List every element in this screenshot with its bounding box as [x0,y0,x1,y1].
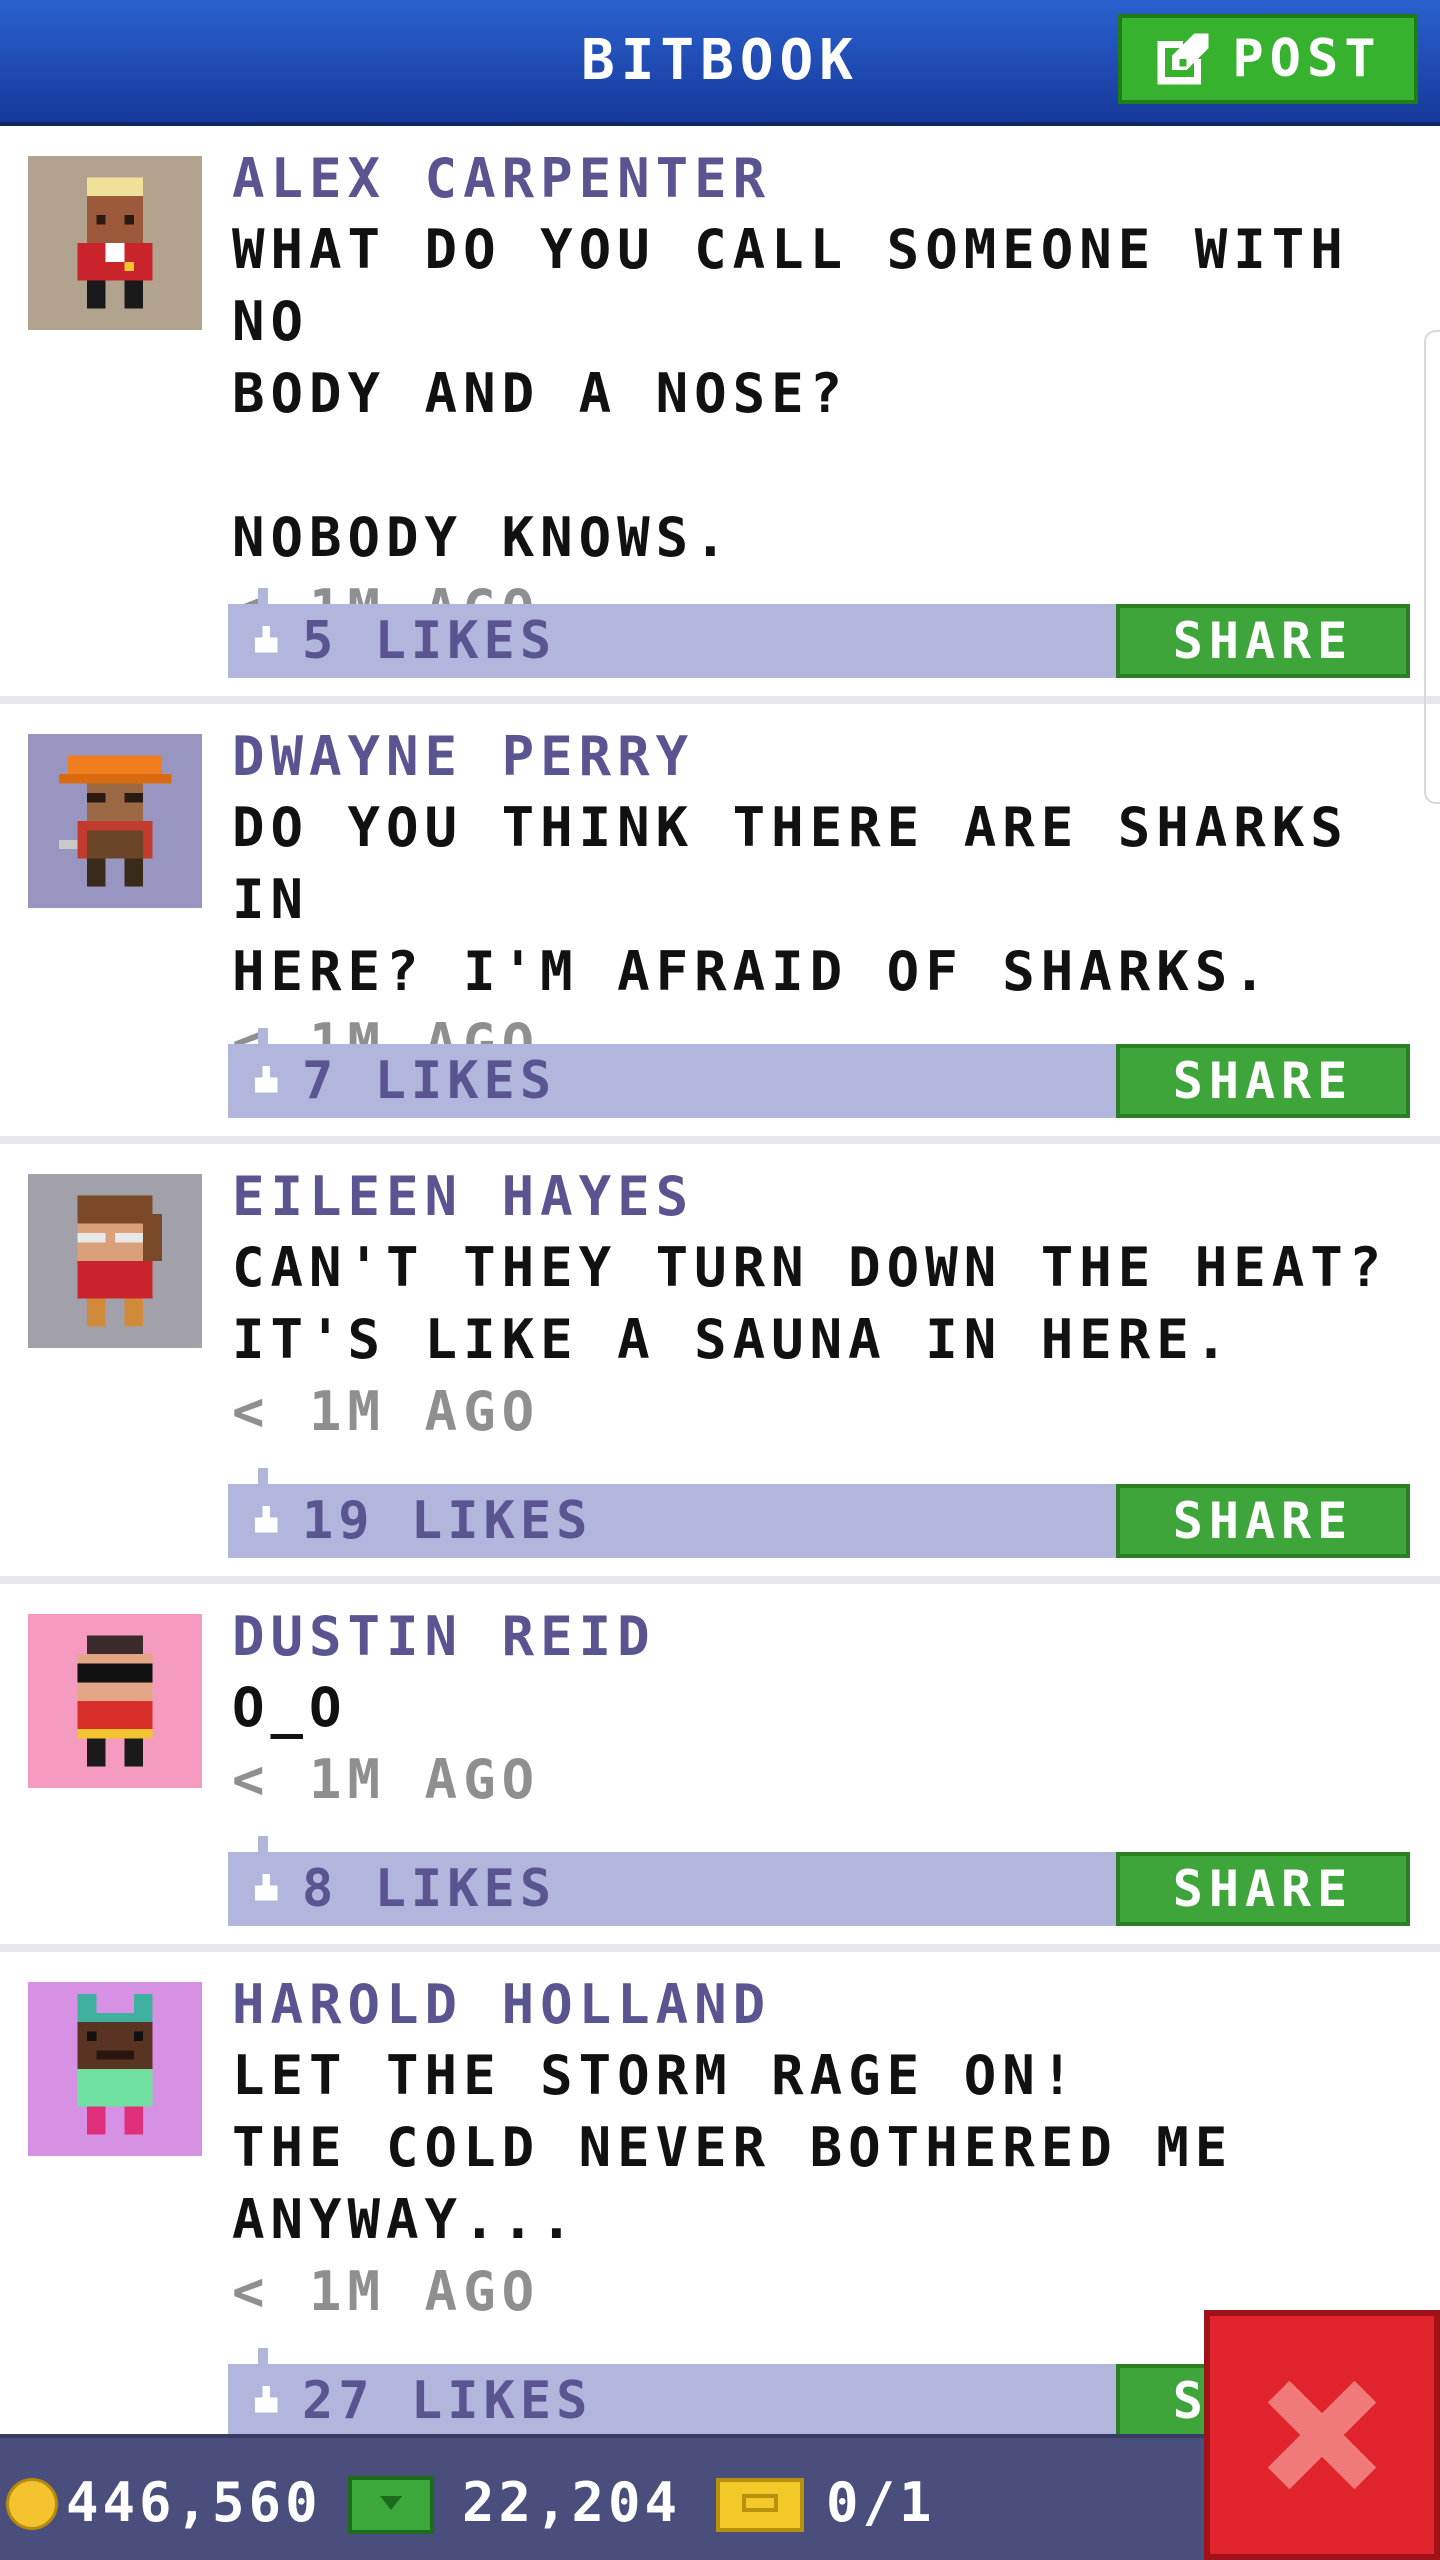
feed-post: DUSTIN REID O_O < 1M AGO 8 LIKES SHARE [0,1576,1440,1944]
post-author[interactable]: DUSTIN REID [232,1602,1416,1672]
like-count: 19 LIKES [302,1491,593,1551]
thumbs-up-icon[interactable] [250,1874,282,1904]
feed: ALEX CARPENTER WHAT DO YOU CALL SOMEONE … [0,126,1440,2472]
edit-icon [1158,33,1209,85]
post-author[interactable]: DWAYNE PERRY [232,722,1416,792]
post-author[interactable]: HAROLD HOLLAND [232,1970,1416,2040]
post-author[interactable]: EILEEN HAYES [232,1162,1416,1232]
like-bar: 7 LIKES SHARE [228,1028,1410,1118]
avatar[interactable] [28,734,202,908]
post-message: O_O [232,1676,348,1739]
coin-icon [6,2478,58,2530]
ticket-icon [716,2478,804,2532]
like-count: 5 LIKES [302,611,557,671]
close-icon [1267,2380,1377,2490]
post-author[interactable]: ALEX CARPENTER [232,144,1416,214]
share-button[interactable]: SHARE [1116,1484,1410,1558]
like-count: 8 LIKES [302,1859,557,1919]
post-message: WHAT DO YOU CALL SOMEONE WITH NO BODY AN… [232,218,1349,569]
post-button-label: POST [1232,29,1382,89]
share-button[interactable]: SHARE [1116,1852,1410,1926]
feed-post: ALEX CARPENTER WHAT DO YOU CALL SOMEONE … [0,126,1440,696]
share-button[interactable]: SHARE [1116,604,1410,678]
person-icon [58,755,172,887]
thumbs-up-icon[interactable] [250,1506,282,1536]
like-bar: 8 LIKES SHARE [228,1836,1410,1926]
post-message: CAN'T THEY TURN DOWN THE HEAT? IT'S LIKE… [232,1236,1388,1371]
bux-icon [348,2476,434,2534]
thumbs-up-icon[interactable] [250,2386,282,2416]
post-message: LET THE STORM RAGE ON! THE COLD NEVER BO… [232,2044,1234,2251]
person-icon [77,177,153,309]
post-button[interactable]: POST [1118,14,1418,104]
share-button[interactable]: SHARE [1116,1044,1410,1118]
post-message: DO YOU THINK THERE ARE SHARKS IN HERE? I… [232,796,1349,1003]
person-icon [77,1994,153,2135]
post-time: < 1M AGO [232,1380,541,1443]
person-icon [77,1635,153,1767]
post-time: < 1M AGO [232,1748,541,1811]
close-button[interactable] [1204,2310,1440,2560]
like-count: 27 LIKES [302,2371,593,2431]
thumbs-up-icon[interactable] [250,1066,282,1096]
feed-post: EILEEN HAYES CAN'T THEY TURN DOWN THE HE… [0,1136,1440,1576]
ticket-count: 0/1 [826,2471,936,2534]
feed-post: DWAYNE PERRY DO YOU THINK THERE ARE SHAR… [0,696,1440,1136]
scroll-handle[interactable] [1424,330,1440,804]
bux-count: 22,204 [462,2471,682,2534]
app-header: BITBOOK POST [0,0,1440,126]
thumbs-up-icon[interactable] [250,626,282,656]
like-count: 7 LIKES [302,1051,557,1111]
avatar[interactable] [28,156,202,330]
coin-count: 446,560 [66,2471,322,2534]
avatar[interactable] [28,1614,202,1788]
avatar[interactable] [28,1174,202,1348]
person-icon [77,1195,162,1327]
like-bar: 5 LIKES SHARE [228,588,1410,678]
avatar[interactable] [28,1982,202,2156]
like-bar: 19 LIKES SHARE [228,1468,1410,1558]
